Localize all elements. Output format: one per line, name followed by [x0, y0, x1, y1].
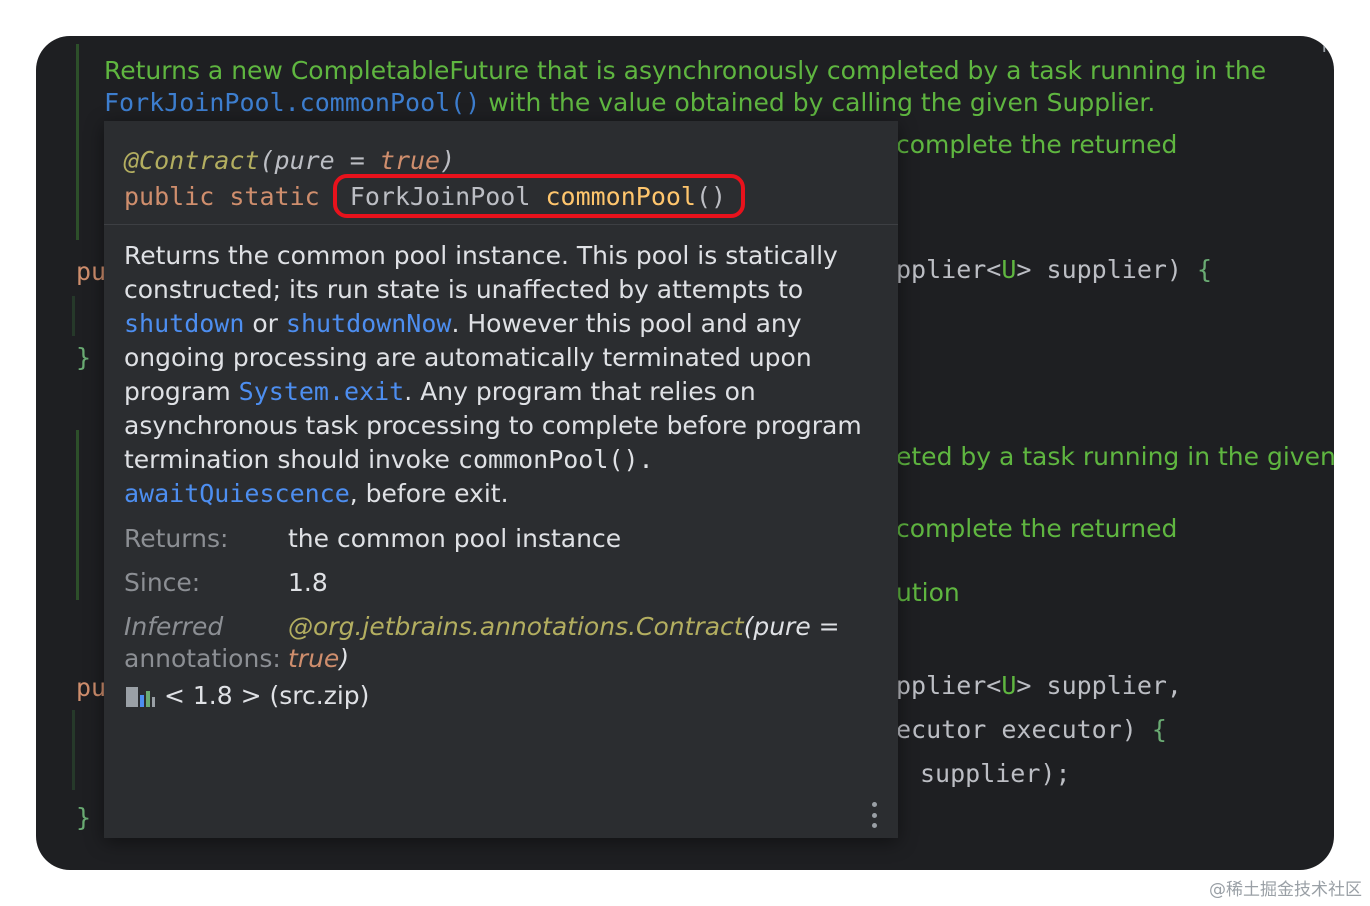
doc-comment-line: ForkJoinPool.commonPool() with the value…: [104, 88, 1156, 117]
inferred-label: Inferred: [124, 612, 224, 641]
annotations-label: annotations:: [124, 644, 281, 673]
code-line: pu: [76, 673, 107, 702]
watermark: @稀土掘金技术社区: [1209, 880, 1362, 900]
code-guide: [72, 296, 75, 336]
doc-comment-line: complete the returned: [896, 130, 1178, 159]
code-guide: [72, 710, 75, 790]
link-system-exit[interactable]: System.exit: [239, 377, 405, 406]
code-line: supplier);: [920, 759, 1071, 788]
quick-documentation-popup: @Contract(pure = true) public static For…: [104, 121, 898, 838]
since-value: 1.8: [288, 568, 328, 597]
doc-link[interactable]: ForkJoinPool.commonPool(): [104, 88, 480, 117]
code-line: pplier<U> supplier,: [896, 671, 1182, 700]
link-shutdownNow[interactable]: shutdownNow: [286, 309, 452, 338]
doc-guide: [76, 44, 79, 240]
source-location[interactable]: < 1.8 > (src.zip): [124, 681, 369, 710]
inferred-annotation-value-cont: true): [288, 644, 350, 673]
library-icon: [124, 683, 156, 709]
red-highlight-outline: [333, 174, 745, 218]
closing-brace: }: [76, 803, 92, 832]
link-shutdown[interactable]: shutdown: [124, 309, 244, 338]
closing-brace: }: [76, 343, 92, 372]
editor-window: F Returns a new CompletableFuture that i…: [36, 36, 1334, 870]
code-line: pu: [76, 257, 107, 286]
doc-comment-line: complete the returned: [896, 514, 1178, 543]
link-awaitQuiescence[interactable]: awaitQuiescence: [124, 479, 350, 508]
doc-comment-line: ution: [896, 578, 960, 607]
code-line: ecutor executor) {: [896, 715, 1167, 744]
vertical-ellipsis-icon[interactable]: [868, 802, 880, 828]
since-label: Since:: [124, 568, 201, 597]
doc-guide: [76, 430, 79, 600]
doc-comment-line: eted by a task running in the given: [896, 442, 1334, 471]
doc-description: Returns the common pool instance. This p…: [124, 241, 862, 508]
source-label: < 1.8 > (src.zip): [164, 681, 370, 710]
doc-comment-line: Returns a new CompletableFuture that is …: [104, 56, 1267, 85]
corner-letter: F: [1321, 36, 1332, 57]
returns-value: the common pool instance: [288, 524, 622, 553]
inferred-annotation-value: @org.jetbrains.annotations.Contract(pure…: [288, 612, 840, 641]
divider: [104, 224, 898, 225]
code-line: pplier<U> supplier) {: [896, 255, 1213, 284]
returns-label: Returns:: [124, 524, 229, 553]
